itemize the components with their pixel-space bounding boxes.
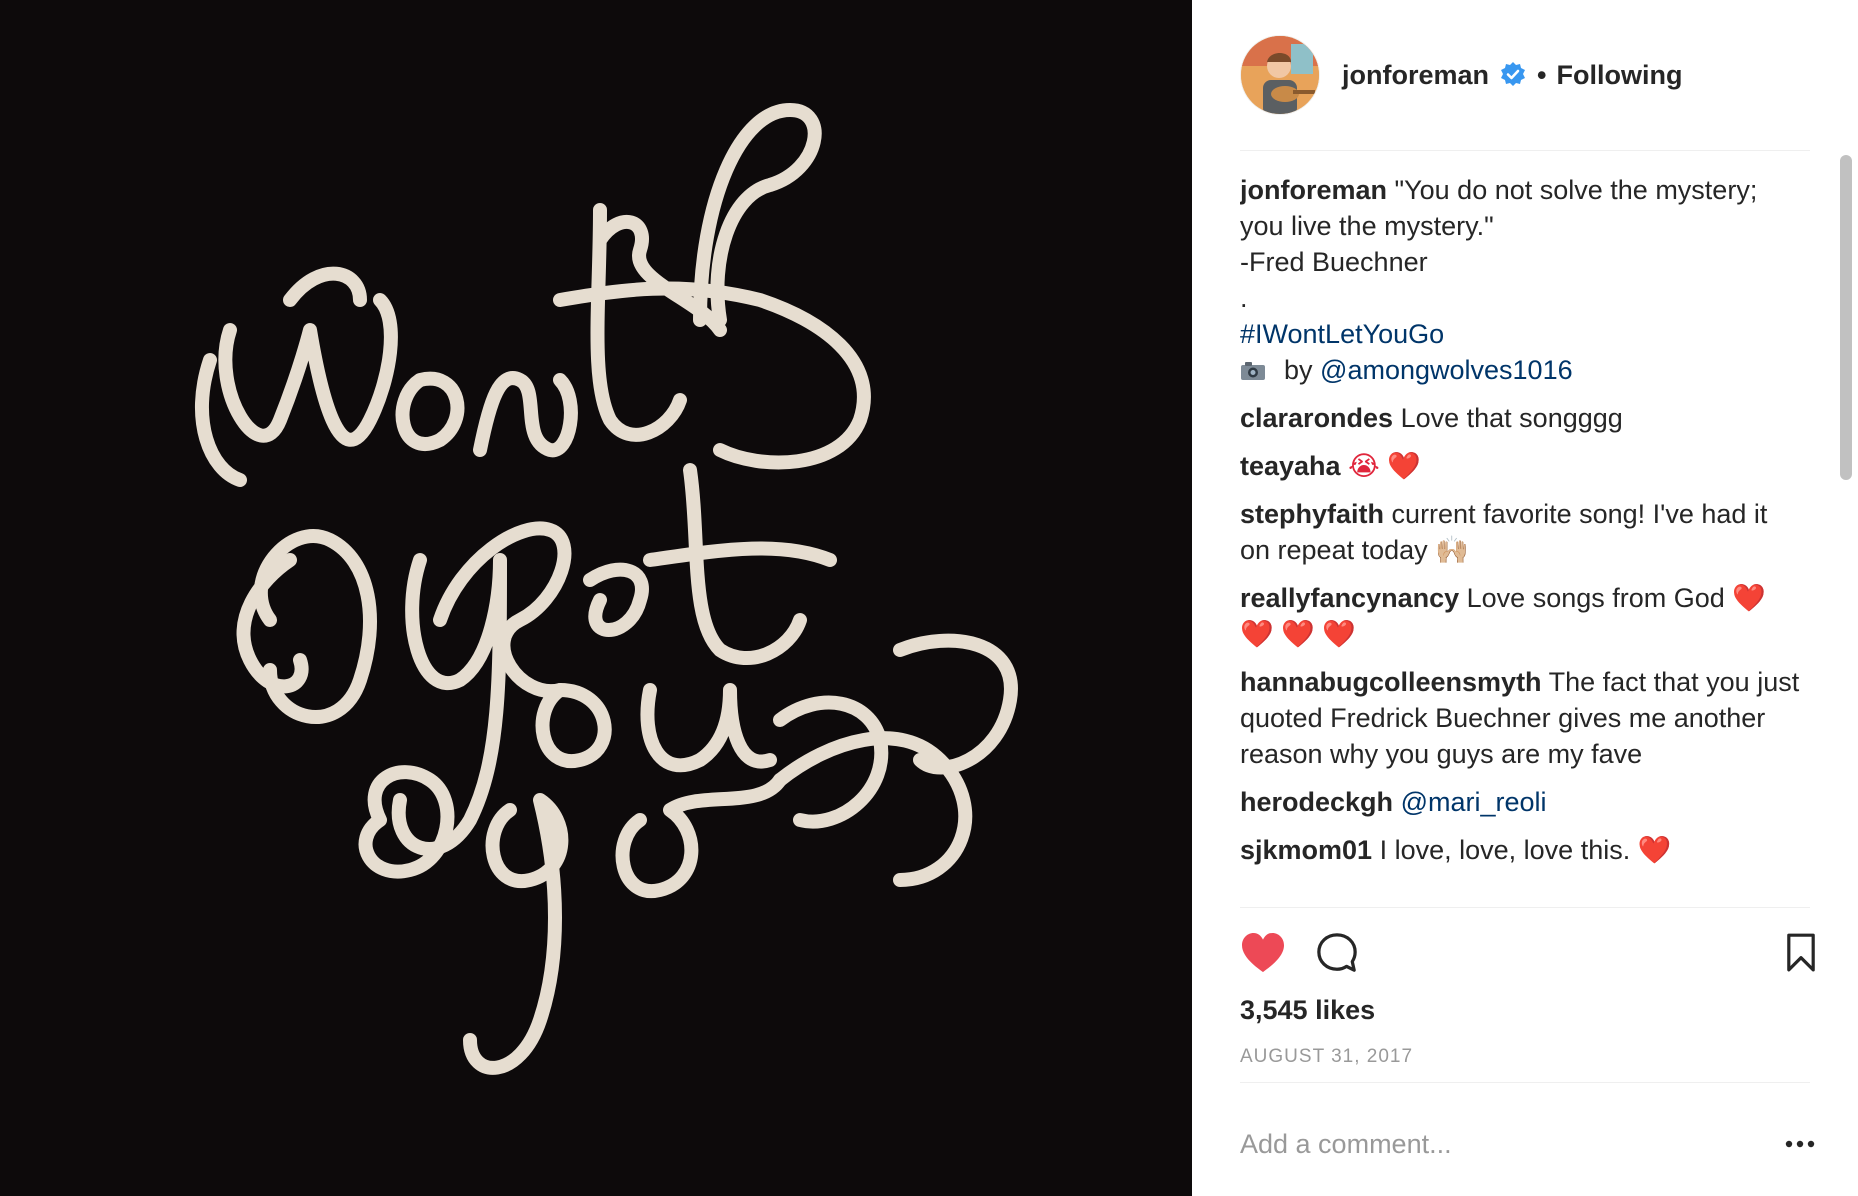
comment-text: 😭 ❤️ [1348,451,1421,481]
like-button[interactable] [1238,928,1288,978]
caption-attribution: -Fred Buechner [1240,247,1428,277]
list-item: reallyfancynancy Love songs from God ❤️ … [1240,580,1800,652]
comment-mention-link[interactable]: @mari_reoli [1401,787,1547,817]
following-button[interactable]: Following [1556,60,1682,91]
post-header: jonforeman • Following [1240,34,1810,116]
heart-icon [1242,932,1284,973]
credit-mention-link[interactable]: @amongwolves1016 [1320,355,1573,385]
separator-dot: • [1537,59,1547,90]
comment-username[interactable]: sjkmom01 [1240,835,1372,865]
hand-lettering-artwork [195,103,1018,1075]
list-item: teayaha 😭 ❤️ [1240,448,1800,484]
comment-username[interactable]: herodeckgh [1240,787,1393,817]
comment-username[interactable]: reallyfancynancy [1240,583,1459,613]
avatar[interactable] [1240,35,1320,115]
more-options-button[interactable] [1780,1130,1820,1158]
comments-list[interactable]: jonforeman "You do not solve the mystery… [1240,172,1800,907]
verified-badge-icon [1499,61,1527,89]
list-item: herodeckgh @mari_reoli [1240,784,1800,820]
action-bar [1238,928,1815,978]
add-comment-input[interactable] [1240,1120,1760,1168]
divider [1240,1082,1810,1083]
credit-prefix: by [1284,355,1313,385]
post-details-panel: jonforeman • Following jonforeman "You d… [1192,0,1858,1196]
comment-text: Love that songggg [1400,403,1623,433]
caption-dot: . [1240,283,1248,313]
likes-count[interactable]: 3,545 likes [1240,995,1375,1026]
comments-scrollbar[interactable] [1836,155,1854,905]
list-item: clararondes Love that songggg [1240,400,1800,436]
scrollbar-thumb[interactable] [1840,155,1852,480]
caption: jonforeman "You do not solve the mystery… [1240,172,1800,388]
comment-username[interactable]: stephyfaith [1240,499,1384,529]
divider [1240,907,1810,908]
username-link[interactable]: jonforeman [1342,60,1489,91]
more-options-icon [1785,1140,1815,1148]
post-date[interactable]: AUGUST 31, 2017 [1240,1046,1413,1068]
comment-username[interactable]: hannabugcolleensmyth [1240,667,1542,697]
list-item: sjkmom01 I love, love, love this. ❤️ [1240,832,1800,868]
camera-emoji-icon [1240,354,1266,380]
comment-button[interactable] [1312,928,1362,978]
divider [1240,150,1810,151]
caption-username[interactable]: jonforeman [1240,175,1387,205]
list-item: hannabugcolleensmyth The fact that you j… [1240,664,1800,772]
comment-username[interactable]: clararondes [1240,403,1393,433]
comment-username[interactable]: teayaha [1240,451,1341,481]
save-button[interactable] [1776,928,1826,978]
post-image[interactable] [0,0,1192,1196]
comment-text: I love, love, love this. ❤️ [1379,835,1672,865]
bookmark-icon [1787,933,1815,972]
comment-bubble-icon [1317,933,1357,972]
hashtag-link[interactable]: #IWontLetYouGo [1240,316,1800,352]
list-item: stephyfaith current favorite song! I've … [1240,496,1800,568]
